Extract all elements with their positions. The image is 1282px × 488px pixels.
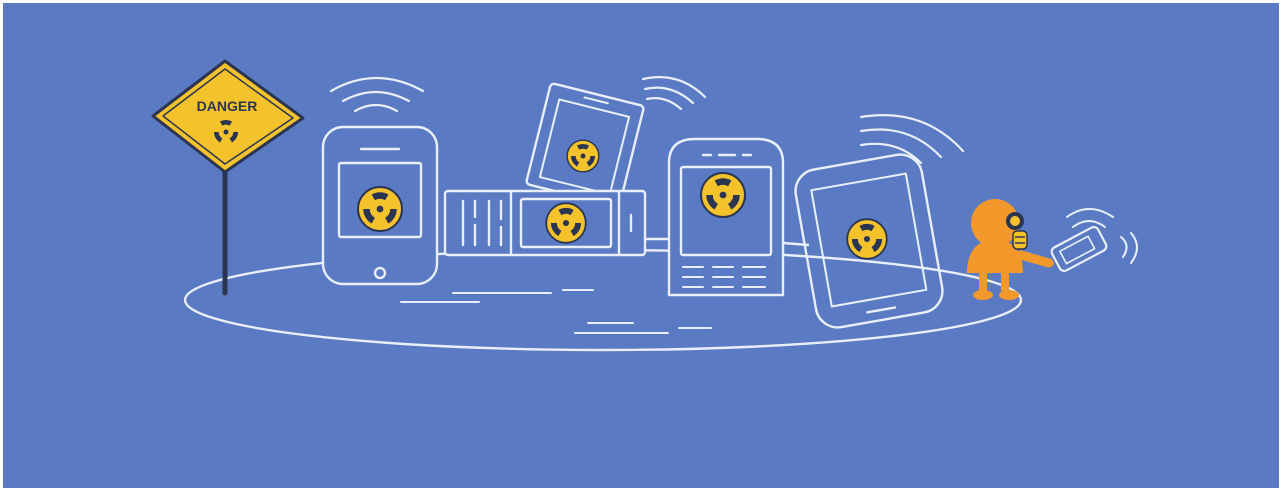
- radiation-icon: [846, 218, 888, 260]
- illustration-frame: DANGER: [3, 3, 1279, 488]
- radiation-icon: [566, 139, 600, 173]
- danger-sign-text: DANGER: [197, 98, 258, 114]
- slider-phone-icon: [443, 189, 647, 257]
- radiation-icon: [357, 186, 403, 232]
- radiation-phones-illustration: DANGER: [3, 3, 1279, 488]
- radiation-icon: [545, 202, 587, 244]
- radiation-icon: [700, 172, 746, 218]
